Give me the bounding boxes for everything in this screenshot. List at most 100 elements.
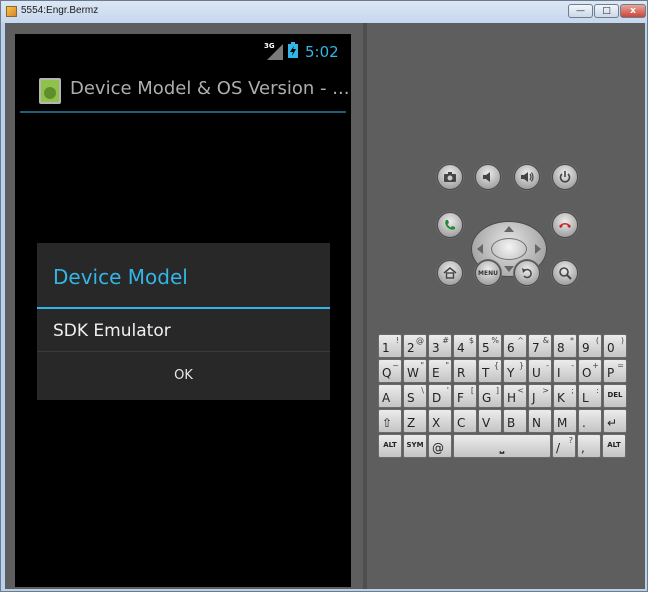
key-label: ALT <box>383 441 397 449</box>
dpad-up-icon[interactable] <box>504 226 514 232</box>
menu-button-label: MENU <box>478 269 498 277</box>
key-alt[interactable]: ALT <box>602 434 626 458</box>
key-0[interactable]: 0) <box>603 334 627 358</box>
key-2[interactable]: 2 @ <box>403 334 427 358</box>
key-alt-label: ~ <box>392 361 399 370</box>
key-q[interactable]: Q ~ <box>378 359 402 383</box>
key-l[interactable]: L: <box>578 384 602 408</box>
key-x[interactable]: X <box>428 409 452 433</box>
back-button[interactable] <box>514 260 540 286</box>
key-7[interactable]: 7 & <box>528 334 552 358</box>
key-m[interactable]: M <box>553 409 577 433</box>
menu-button[interactable]: MENU <box>475 260 501 286</box>
key-w[interactable]: W " <box>403 359 427 383</box>
key-n[interactable]: N <box>528 409 552 433</box>
end-call-button[interactable] <box>552 212 578 238</box>
key-8[interactable]: 8 * <box>553 334 577 358</box>
key-alt[interactable]: ALT <box>378 434 402 458</box>
key-s[interactable]: S \ <box>403 384 427 408</box>
key-e[interactable]: E " <box>428 359 452 383</box>
key-i[interactable]: I- <box>553 359 577 383</box>
key-o[interactable]: O + <box>578 359 602 383</box>
home-button[interactable] <box>437 260 463 286</box>
key-slash[interactable]: /? <box>552 434 576 458</box>
key-alt-label: " <box>420 361 424 370</box>
key-period[interactable]: . <box>578 409 602 433</box>
key-alt-label: } <box>518 361 524 370</box>
key-6[interactable]: 6 ^ <box>503 334 527 358</box>
dpad-center-button[interactable] <box>491 238 527 260</box>
key-1[interactable]: 1! <box>378 334 402 358</box>
key-alt-label: ' <box>446 386 449 395</box>
phone-screen[interactable]: 3G 5:02 Device Model & OS Version - ... … <box>15 34 351 587</box>
hardware-keyboard: 1! 2 @3 #4 $5% 6 ^ 7 & 8 * 9(0) Q ~ W " E " R T{Y} U - I - O + P = A… <box>378 334 633 458</box>
key-space[interactable]: ⎵ <box>453 434 551 458</box>
key-alt-label: ; <box>571 386 574 395</box>
key-shift[interactable]: ⇧ <box>378 409 402 433</box>
volume-down-icon <box>483 172 490 182</box>
power-button[interactable] <box>552 164 578 190</box>
key-alt-label: ^ <box>517 336 524 345</box>
key-enter[interactable]: ↵ <box>603 409 627 433</box>
key-d[interactable]: D ' <box>428 384 452 408</box>
clock: 5:02 <box>305 43 339 61</box>
window-title: 5554:Engr.Bermz <box>21 5 99 16</box>
key-4[interactable]: 4 $ <box>453 334 477 358</box>
space-key-glyph: ⎵ <box>499 441 505 454</box>
key-label: 3 <box>432 341 440 355</box>
key-alt-label: @ <box>416 336 424 345</box>
key-c[interactable]: C <box>453 409 477 433</box>
key-alt-label: + <box>592 361 599 370</box>
key-9[interactable]: 9( <box>578 334 602 358</box>
key-3[interactable]: 3 # <box>428 334 452 358</box>
key-comma[interactable]: , <box>577 434 601 458</box>
key-h[interactable]: H < <box>503 384 527 408</box>
key-j[interactable]: J > <box>528 384 552 408</box>
ok-button[interactable]: OK <box>37 352 330 400</box>
maximize-button[interactable]: □ <box>594 4 619 18</box>
key-5[interactable]: 5% <box>478 334 502 358</box>
key-label: ↵ <box>607 416 618 430</box>
key-label: @ <box>432 441 444 455</box>
key-v[interactable]: V <box>478 409 502 433</box>
call-button[interactable] <box>437 212 463 238</box>
key-del[interactable]: DEL <box>603 384 627 408</box>
dpad-left-icon[interactable] <box>477 244 483 254</box>
back-icon <box>522 268 532 279</box>
key-label: 7 <box>532 341 540 355</box>
key-label: DEL <box>607 391 623 399</box>
key-g[interactable]: G] <box>478 384 502 408</box>
key-sym[interactable]: SYM <box>403 434 427 458</box>
key-b[interactable]: B <box>503 409 527 433</box>
dpad-right-icon[interactable] <box>535 244 541 254</box>
volume-down-button[interactable] <box>475 164 501 190</box>
key-y[interactable]: Y} <box>503 359 527 383</box>
emulator-frame: 3G 5:02 Device Model & OS Version - ... … <box>5 23 645 589</box>
key-label: K <box>557 391 565 405</box>
dpad-down-icon[interactable] <box>504 266 514 272</box>
volume-up-button[interactable] <box>514 164 540 190</box>
key-at[interactable]: @ <box>428 434 452 458</box>
end-call-icon <box>559 223 571 228</box>
key-label: B <box>507 416 516 430</box>
key-t[interactable]: T{ <box>478 359 502 383</box>
key-f[interactable]: F[ <box>453 384 477 408</box>
window-titlebar[interactable]: 5554:Engr.Bermz — □ x <box>1 1 647 23</box>
camera-button[interactable] <box>437 164 463 190</box>
key-label: ⇧ <box>382 416 393 430</box>
key-z[interactable]: Z <box>403 409 427 433</box>
dialog-title-divider <box>37 307 330 309</box>
key-u[interactable]: U- <box>528 359 552 383</box>
app-title: Device Model & OS Version - ... <box>70 78 350 99</box>
key-alt-label: < <box>517 386 524 395</box>
key-a[interactable]: A <box>378 384 402 408</box>
close-button[interactable]: x <box>620 4 646 18</box>
key-r[interactable]: R <box>453 359 477 383</box>
battery-icon <box>288 42 298 58</box>
key-k[interactable]: K; <box>553 384 577 408</box>
key-label: SYM <box>406 441 424 449</box>
search-button[interactable] <box>552 260 578 286</box>
key-label: J <box>532 391 536 405</box>
minimize-button[interactable]: — <box>568 4 593 18</box>
key-p[interactable]: P = <box>603 359 627 383</box>
